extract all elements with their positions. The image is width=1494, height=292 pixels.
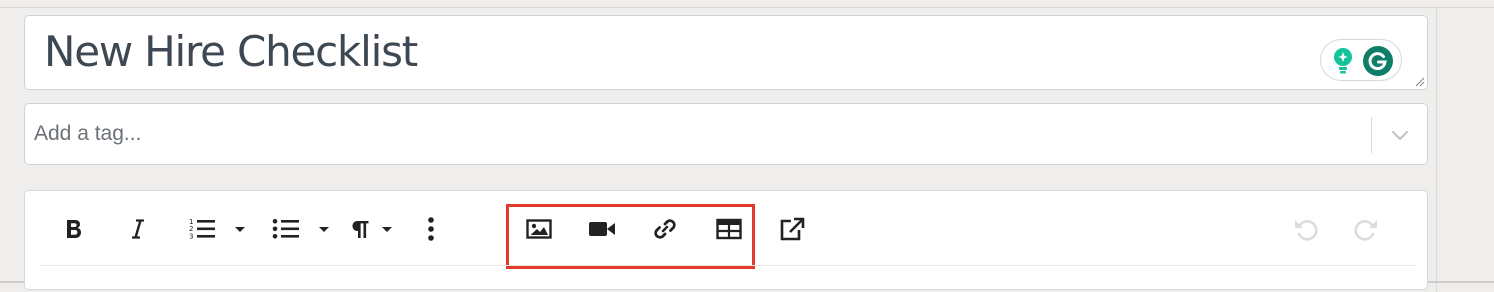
window-right-border bbox=[1436, 7, 1437, 292]
insert-table-button[interactable] bbox=[715, 213, 743, 245]
paragraph-format-dropdown[interactable] bbox=[379, 213, 395, 245]
title-text[interactable]: New Hire Checklist bbox=[44, 26, 418, 78]
insert-link-button[interactable] bbox=[651, 213, 679, 245]
video-icon bbox=[589, 222, 615, 236]
grammarly-logo-icon[interactable] bbox=[1362, 45, 1394, 77]
chevron-down-icon bbox=[1391, 130, 1409, 141]
ordered-list-icon: 1 2 3 bbox=[189, 218, 215, 241]
caret-down-icon bbox=[382, 227, 392, 232]
external-link-icon bbox=[780, 217, 805, 241]
unordered-list-icon bbox=[272, 219, 299, 239]
more-vertical-icon bbox=[428, 217, 434, 241]
title-field[interactable]: New Hire Checklist bbox=[24, 15, 1428, 90]
unordered-list-dropdown[interactable] bbox=[315, 213, 333, 245]
tag-input[interactable] bbox=[34, 118, 1354, 150]
unordered-list-button[interactable] bbox=[269, 213, 303, 245]
tag-select[interactable] bbox=[24, 103, 1428, 165]
redo-icon bbox=[1354, 220, 1377, 241]
caret-down-icon bbox=[319, 227, 329, 232]
tag-dropdown-toggle[interactable] bbox=[1375, 114, 1425, 156]
table-icon bbox=[716, 218, 742, 240]
tag-separator bbox=[1371, 117, 1372, 153]
grammarly-widget[interactable] bbox=[1320, 39, 1402, 81]
italic-button[interactable] bbox=[125, 213, 151, 245]
editor[interactable]: 1 2 3 bbox=[24, 190, 1428, 290]
toolbar-divider bbox=[39, 265, 1415, 266]
svg-text:3: 3 bbox=[189, 233, 193, 241]
paragraph-icon bbox=[352, 221, 369, 238]
caret-down-icon bbox=[235, 227, 245, 232]
window-top-border bbox=[0, 7, 1494, 8]
image-icon bbox=[526, 219, 552, 239]
italic-icon bbox=[132, 219, 144, 239]
link-icon bbox=[654, 219, 676, 239]
lightbulb-icon[interactable] bbox=[1329, 46, 1357, 76]
open-external-button[interactable] bbox=[777, 213, 807, 245]
resize-grip-icon[interactable] bbox=[1415, 77, 1425, 87]
ordered-list-button[interactable]: 1 2 3 bbox=[185, 213, 219, 245]
undo-icon bbox=[1295, 220, 1318, 241]
bold-button[interactable] bbox=[61, 213, 87, 245]
ordered-list-dropdown[interactable] bbox=[231, 213, 249, 245]
more-options-button[interactable] bbox=[421, 213, 441, 245]
insert-image-button[interactable] bbox=[525, 213, 553, 245]
undo-button[interactable] bbox=[1291, 213, 1319, 245]
paragraph-format-button[interactable] bbox=[349, 213, 371, 245]
redo-button[interactable] bbox=[1353, 213, 1381, 245]
bold-icon bbox=[67, 220, 81, 238]
insert-video-button[interactable] bbox=[587, 213, 617, 245]
